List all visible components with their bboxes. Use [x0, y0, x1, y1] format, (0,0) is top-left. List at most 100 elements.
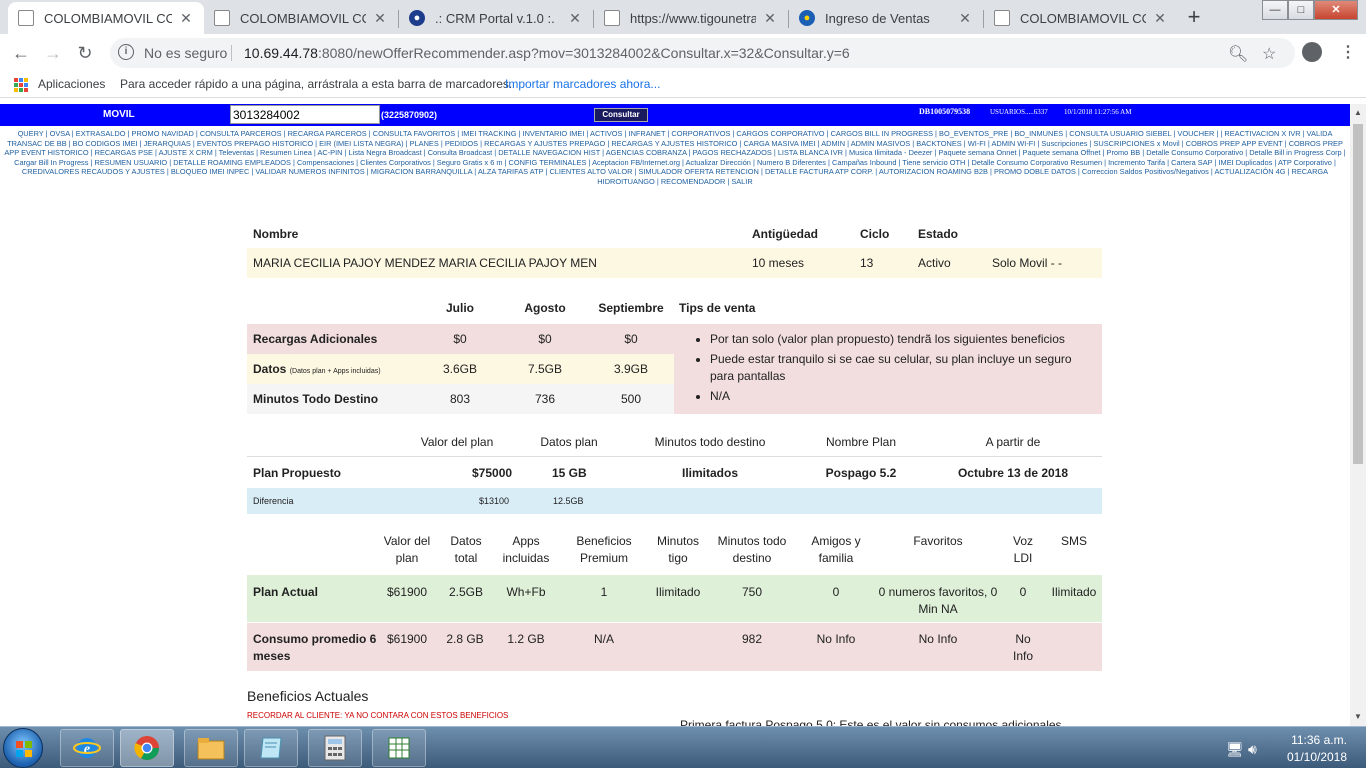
menu-link[interactable]: Cargar Bill In Progress	[14, 158, 88, 167]
reload-icon[interactable]: ↻	[72, 40, 98, 66]
tab-colombiamovil-2[interactable]: COLOMBIAMOVIL CONS ✕	[204, 2, 398, 34]
menu-link[interactable]: CREDIVALORES RECAUDOS Y AJUSTES	[22, 167, 165, 176]
maximize-button[interactable]: □	[1288, 0, 1314, 20]
file-explorer-icon[interactable]	[184, 729, 238, 767]
volume-icon[interactable]: 🔊︎	[1248, 741, 1257, 758]
security-label[interactable]: No es seguro	[144, 45, 227, 61]
menu-link[interactable]: RECARGA PARCEROS	[288, 129, 367, 138]
menu-link[interactable]: DETALLE NAVEGACION HIST	[498, 148, 600, 157]
menu-link[interactable]: QUERY	[18, 129, 44, 138]
menu-link[interactable]: BACKTONES	[916, 139, 961, 148]
menu-link[interactable]: ADMIN MASIVOS	[851, 139, 911, 148]
close-icon[interactable]: ✕	[567, 10, 583, 27]
menu-link[interactable]: AJUSTE X CRM	[159, 148, 213, 157]
menu-link[interactable]: CARGOS BILL IN PROGRESS	[831, 129, 933, 138]
menu-link[interactable]: REACTIVACION X IVR	[1224, 129, 1300, 138]
menu-link[interactable]: AC-PIN	[317, 148, 342, 157]
menu-link[interactable]: Correccion Saldos Positivos/Negativos	[1082, 167, 1209, 176]
zoom-icon[interactable]: 🔍︎	[1228, 44, 1248, 64]
menu-link[interactable]: EIR (IMEI LISTA NEGRA)	[319, 139, 403, 148]
account-avatar-icon[interactable]	[1302, 42, 1322, 62]
close-icon[interactable]: ✕	[178, 10, 194, 27]
menu-link[interactable]: Paquete semana Offnet	[1023, 148, 1101, 157]
menu-link[interactable]: VALIDAR NUMEROS INFINITOS	[255, 167, 364, 176]
menu-link[interactable]: Seguro Gratis x 6 m	[437, 158, 503, 167]
clock-time[interactable]: 11:36 a.m.	[1284, 733, 1354, 747]
menu-link[interactable]: BO_EVENTOS_PRE	[939, 129, 1008, 138]
menu-link[interactable]: PROMO NAVIDAD	[132, 129, 194, 138]
menu-link[interactable]: Suscripciones	[1041, 139, 1087, 148]
menu-link[interactable]: Incremento Tarifa	[1108, 158, 1165, 167]
menu-link[interactable]: IMEI TRACKING	[461, 129, 516, 138]
page-scrollbar[interactable]: ▲ ▼	[1350, 104, 1366, 726]
menu-link[interactable]: Musica Ilimitada - Deezer	[849, 148, 932, 157]
menu-link[interactable]: CONSULTA PARCEROS	[200, 129, 282, 138]
menu-link[interactable]: RECARGAS Y AJUSTES PREPAGO	[484, 139, 605, 148]
menu-link[interactable]: PLANES	[410, 139, 439, 148]
window-close-button[interactable]: ✕	[1314, 0, 1358, 20]
menu-link[interactable]: Compensaciones	[297, 158, 354, 167]
close-icon[interactable]: ✕	[372, 10, 388, 27]
menu-link[interactable]: CARGOS CORPORATIVO	[736, 129, 824, 138]
menu-icon[interactable]: ⋮	[1340, 42, 1356, 62]
menu-link[interactable]: Campañas Inbound	[832, 158, 897, 167]
menu-link[interactable]: ADMIN	[821, 139, 845, 148]
menu-link[interactable]: OVSA	[50, 129, 70, 138]
menu-link[interactable]: Aceptacion FB/Internet.org	[592, 158, 680, 167]
url-text[interactable]: 10.69.44.78:8080/newOfferRecommender.asp…	[244, 45, 850, 61]
forward-arrow-icon[interactable]: →	[40, 40, 66, 66]
menu-link[interactable]: Detalle Consumo Corporativo	[1146, 148, 1243, 157]
scroll-up-icon[interactable]: ▲	[1354, 108, 1362, 117]
internet-explorer-icon[interactable]: e	[60, 729, 114, 767]
tab-colombiamovil-1[interactable]: COLOMBIAMOVIL CONS ✕	[8, 2, 204, 34]
menu-link[interactable]: RECARGAS Y AJUSTES HISTORICO	[611, 139, 737, 148]
scroll-down-icon[interactable]: ▼	[1354, 712, 1362, 721]
menu-link[interactable]: BLOQUEO IMEI INPEC	[171, 167, 249, 176]
calculator-icon[interactable]	[308, 729, 362, 767]
menu-link[interactable]: ATP Corporativo	[1278, 158, 1332, 167]
menu-link[interactable]: ACTIVOS	[590, 129, 622, 138]
menu-link[interactable]: ALZA TARIFAS ATP	[478, 167, 544, 176]
tab-tigounetrain[interactable]: https://www.tigounetrai ✕	[594, 2, 788, 34]
menu-link[interactable]: Televentas	[219, 148, 254, 157]
scroll-thumb[interactable]	[1353, 124, 1363, 464]
menu-link[interactable]: BO CODIGOS IMEI	[73, 139, 138, 148]
menu-link[interactable]: BO_INMUNES	[1014, 129, 1063, 138]
menu-link[interactable]: Actualizar Dirección	[686, 158, 751, 167]
menu-link[interactable]: DETALLE ROAMING EMPLEADOS	[173, 158, 291, 167]
menu-link[interactable]: MIGRACION BARRANQUILLA	[371, 167, 472, 176]
menu-link[interactable]: Clientes Corporativos	[360, 158, 431, 167]
menu-link[interactable]: PEDIDOS	[445, 139, 478, 148]
menu-link[interactable]: ADMIN WI-FI	[991, 139, 1035, 148]
menu-link[interactable]: AGENCIAS COBRANZA	[606, 148, 687, 157]
star-icon[interactable]: ☆	[1262, 44, 1276, 64]
clock-date[interactable]: 01/10/2018	[1278, 750, 1356, 764]
menu-link[interactable]: Resumen Linea	[260, 148, 312, 157]
apps-link[interactable]: Aplicaciones	[38, 77, 105, 91]
menu-link[interactable]: Lista Negra Broadcast	[349, 148, 422, 157]
menu-link[interactable]: Numero B Diferentes	[757, 158, 826, 167]
start-button[interactable]	[3, 728, 43, 768]
back-arrow-icon[interactable]: ←	[8, 40, 34, 66]
menu-link[interactable]: LISTA BLANCA IVR	[778, 148, 843, 157]
menu-link[interactable]: Tiene servicio OTH	[902, 158, 965, 167]
menu-link[interactable]: Promo BB	[1107, 148, 1141, 157]
menu-link[interactable]: CONFIG TERMINALES	[509, 158, 587, 167]
menu-link[interactable]: DETALLE FACTURA ATP CORP.	[765, 167, 873, 176]
menu-link[interactable]: SIMULADOR OFERTA RETENCION	[638, 167, 758, 176]
new-tab-button[interactable]: +	[1180, 4, 1208, 32]
menu-link[interactable]: JERARQUIAS	[144, 139, 191, 148]
apps-icon[interactable]	[14, 78, 28, 92]
notes-app-icon[interactable]	[244, 729, 298, 767]
close-icon[interactable]: ✕	[957, 10, 973, 27]
menu-link[interactable]: RESUMEN USUARIO	[94, 158, 167, 167]
menu-link[interactable]: CLIENTES ALTO VALOR	[549, 167, 632, 176]
minimize-button[interactable]: —	[1262, 0, 1288, 20]
menu-link[interactable]: ACTUALIZACIÓN 4G	[1214, 167, 1285, 176]
network-icon[interactable]: 🖥︎	[1226, 741, 1244, 758]
menu-link[interactable]: SUSCRIPCIONES x Movil	[1093, 139, 1179, 148]
tab-colombiamovil-3[interactable]: COLOMBIAMOVIL CONS ✕	[984, 2, 1178, 34]
address-bar[interactable]: i No es seguro 10.69.44.78:8080/newOffer…	[110, 38, 1295, 68]
menu-link[interactable]: Paquete semana Onnet	[938, 148, 1016, 157]
chrome-icon[interactable]	[120, 729, 174, 767]
